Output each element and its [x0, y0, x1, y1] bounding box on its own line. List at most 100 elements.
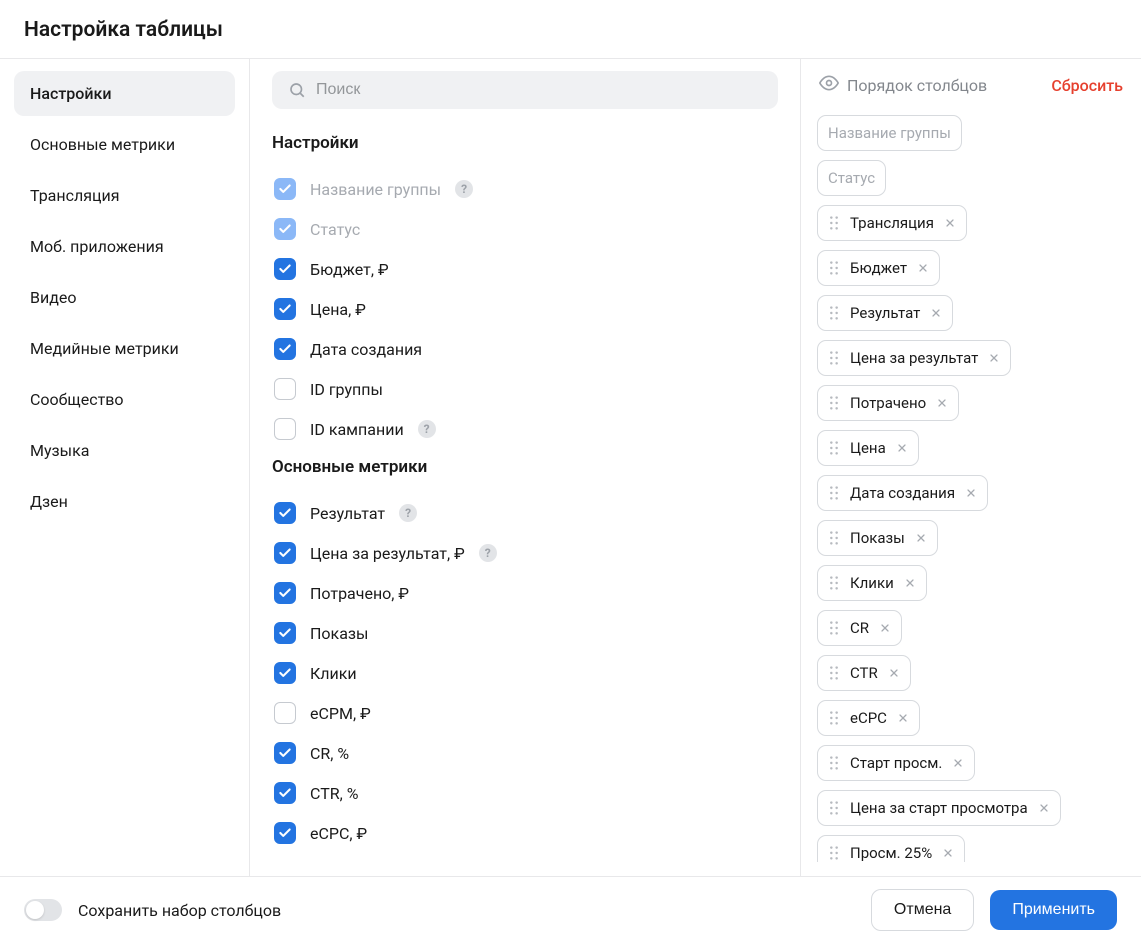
drag-handle-icon[interactable] — [828, 530, 840, 546]
remove-chip-icon[interactable] — [896, 442, 908, 454]
drag-handle-icon[interactable] — [828, 395, 840, 411]
remove-chip-icon[interactable] — [917, 262, 929, 274]
order-chip[interactable]: eCPC — [817, 700, 920, 736]
cancel-button[interactable]: Отмена — [871, 889, 974, 931]
remove-chip-icon[interactable] — [888, 667, 900, 679]
column-checkbox[interactable] — [274, 502, 296, 524]
column-checkbox[interactable] — [274, 298, 296, 320]
dialog-body: Настройки Основные метрики Трансляция Моб. … — [0, 59, 1141, 876]
remove-chip-icon[interactable] — [904, 577, 916, 589]
column-checkbox[interactable] — [274, 258, 296, 280]
column-label: Дата создания — [310, 340, 422, 359]
drag-handle-icon[interactable] — [828, 710, 840, 726]
remove-chip-icon[interactable] — [952, 757, 964, 769]
sidebar-item[interactable]: Основные метрики — [14, 122, 235, 167]
column-checkbox[interactable] — [274, 662, 296, 684]
column-checkbox[interactable] — [274, 702, 296, 724]
drag-handle-icon[interactable] — [828, 755, 840, 771]
apply-button[interactable]: Применить — [990, 890, 1117, 930]
order-chip[interactable]: Дата создания — [817, 475, 988, 511]
order-chip[interactable]: Цена за старт просмотра — [817, 790, 1061, 826]
sidebar-item[interactable]: Дзен — [14, 479, 235, 524]
sidebar-item[interactable]: Моб. приложения — [14, 224, 235, 269]
column-option-row: ID группы — [272, 369, 778, 409]
order-header: Порядок столбцов Сбросить — [817, 73, 1125, 97]
remove-chip-icon[interactable] — [988, 352, 1000, 364]
order-chip[interactable]: Цена — [817, 430, 919, 466]
column-option-row: Бюджет, ₽ — [272, 249, 778, 289]
dialog-title: Настройка таблицы — [24, 18, 1117, 42]
search-field-wrap[interactable] — [272, 71, 778, 109]
column-option-row: eCPC, ₽ — [272, 813, 778, 853]
column-checkbox[interactable] — [274, 742, 296, 764]
drag-handle-icon[interactable] — [828, 305, 840, 321]
order-chip[interactable]: Результат — [817, 295, 953, 331]
group-title: Основные метрики — [272, 457, 778, 477]
drag-handle-icon[interactable] — [828, 350, 840, 366]
drag-handle-icon[interactable] — [828, 620, 840, 636]
sidebar-item[interactable]: Музыка — [14, 428, 235, 473]
column-label: ID кампании — [310, 420, 404, 439]
sidebar-item[interactable]: Видео — [14, 275, 235, 320]
reset-button[interactable]: Сбросить — [1051, 76, 1123, 95]
drag-handle-icon[interactable] — [828, 665, 840, 681]
sidebar-item[interactable]: Медийные метрики — [14, 326, 235, 371]
order-chip[interactable]: Старт просм. — [817, 745, 975, 781]
column-checkbox[interactable] — [274, 622, 296, 644]
drag-handle-icon[interactable] — [828, 260, 840, 276]
column-checkbox[interactable] — [274, 782, 296, 804]
order-chip[interactable]: CTR — [817, 655, 911, 691]
remove-chip-icon[interactable] — [1038, 802, 1050, 814]
chip-label: Потрачено — [850, 394, 926, 412]
column-checkbox[interactable] — [274, 418, 296, 440]
order-chip[interactable]: Потрачено — [817, 385, 959, 421]
save-set-toggle[interactable] — [24, 899, 62, 921]
drag-handle-icon[interactable] — [828, 485, 840, 501]
column-checkbox — [274, 218, 296, 240]
remove-chip-icon[interactable] — [915, 532, 927, 544]
help-icon[interactable]: ? — [479, 544, 497, 562]
order-chip[interactable]: Показы — [817, 520, 938, 556]
order-chip[interactable]: Трансляция — [817, 205, 967, 241]
column-label: CTR, % — [310, 784, 358, 803]
help-icon[interactable]: ? — [418, 420, 436, 438]
remove-chip-icon[interactable] — [944, 217, 956, 229]
help-icon[interactable]: ? — [455, 180, 473, 198]
remove-chip-icon[interactable] — [930, 307, 942, 319]
order-chip[interactable]: Цена за результат — [817, 340, 1011, 376]
sidebar-item[interactable]: Сообщество — [14, 377, 235, 422]
sidebar-item[interactable]: Трансляция — [14, 173, 235, 218]
drag-handle-icon[interactable] — [828, 215, 840, 231]
column-checkbox — [274, 178, 296, 200]
search-input[interactable] — [316, 81, 762, 99]
save-set-label: Сохранить набор столбцов — [78, 901, 281, 920]
column-checkbox[interactable] — [274, 822, 296, 844]
remove-chip-icon[interactable] — [879, 622, 891, 634]
column-label: Название группы — [310, 180, 441, 199]
chips-list: Название группыСтатусТрансляцияБюджетРез… — [817, 115, 1125, 862]
chip-label: Цена — [850, 439, 886, 457]
remove-chip-icon[interactable] — [936, 397, 948, 409]
help-icon[interactable]: ? — [399, 504, 417, 522]
order-chip[interactable]: Клики — [817, 565, 927, 601]
order-chip[interactable]: Просм. 25% — [817, 835, 965, 862]
drag-handle-icon[interactable] — [828, 800, 840, 816]
group-title: Настройки — [272, 133, 778, 153]
remove-chip-icon[interactable] — [942, 847, 954, 859]
drag-handle-icon[interactable] — [828, 440, 840, 456]
column-checkbox[interactable] — [274, 582, 296, 604]
sidebar-item[interactable]: Настройки — [14, 71, 235, 116]
order-chip[interactable]: CR — [817, 610, 902, 646]
column-checkbox[interactable] — [274, 338, 296, 360]
remove-chip-icon[interactable] — [897, 712, 909, 724]
remove-chip-icon[interactable] — [965, 487, 977, 499]
drag-handle-icon[interactable] — [828, 575, 840, 591]
chip-label: eCPC — [850, 709, 887, 727]
chip-label: Бюджет — [850, 259, 907, 277]
column-checkbox[interactable] — [274, 378, 296, 400]
column-checkbox[interactable] — [274, 542, 296, 564]
chip-label: Статус — [828, 169, 875, 187]
column-label: Показы — [310, 624, 368, 643]
order-chip[interactable]: Бюджет — [817, 250, 940, 286]
drag-handle-icon[interactable] — [828, 845, 840, 861]
